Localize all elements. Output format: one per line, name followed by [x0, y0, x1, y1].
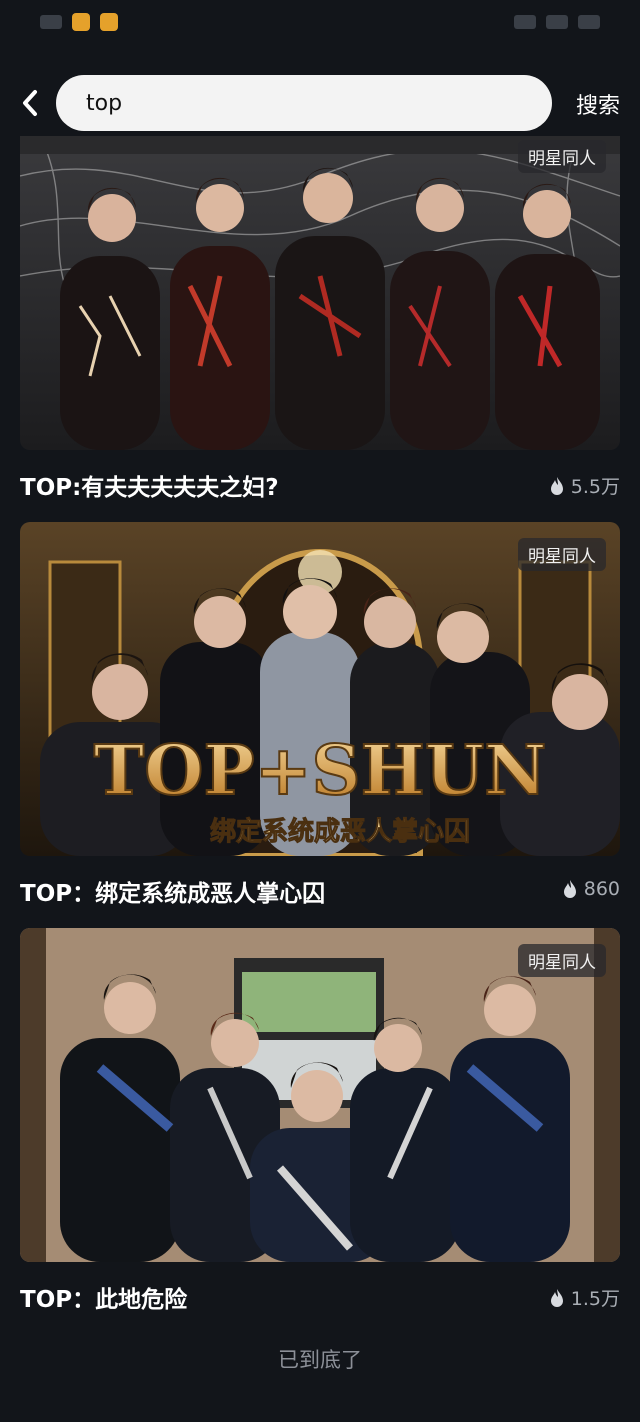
battery-icon — [578, 15, 600, 29]
result-card[interactable]: 明星同人 TOP：此地危险 1.5万 — [20, 928, 620, 1314]
flame-icon — [550, 476, 563, 495]
weibo-icon — [72, 13, 90, 31]
search-input-wrap — [56, 75, 552, 131]
status-bar — [0, 0, 640, 44]
search-bar: 搜索 — [0, 74, 640, 132]
category-badge: 明星同人 — [518, 140, 606, 173]
weibo-icon — [100, 13, 118, 31]
flame-icon — [563, 880, 576, 898]
view-count: 5.5万 — [549, 472, 620, 499]
alarm-icon — [546, 15, 568, 29]
back-button[interactable] — [12, 84, 48, 122]
cover-image[interactable]: 明星同人 — [20, 136, 620, 450]
bluetooth-icon — [514, 15, 536, 29]
cover-image[interactable]: TOP+SHUN 绑定系统成恶人掌心囚 明星同人 — [20, 522, 620, 856]
view-count: 1.5万 — [549, 1284, 620, 1311]
card-title[interactable]: TOP:有夫夫夫夫夫之妇? — [20, 468, 279, 502]
category-badge: 明星同人 — [518, 538, 606, 571]
result-card[interactable]: TOP+SHUN 绑定系统成恶人掌心囚 明星同人 TOP：绑定系统成恶人掌心囚 … — [20, 522, 620, 908]
card-title[interactable]: TOP：此地危险 — [20, 1280, 187, 1314]
signal-icon — [40, 15, 62, 29]
view-count-text: 5.5万 — [570, 476, 620, 498]
cover-title-art: TOP+SHUN — [94, 731, 547, 811]
end-of-list-text: 已到底了 — [278, 1348, 362, 1372]
flame-icon — [550, 1288, 563, 1307]
search-button[interactable]: 搜索 — [576, 88, 620, 120]
view-count-text: 860 — [583, 878, 620, 900]
cover-subtitle-art: 绑定系统成恶人掌心囚 — [210, 816, 470, 847]
view-count: 860 — [562, 878, 620, 900]
card-title[interactable]: TOP：绑定系统成恶人掌心囚 — [20, 874, 325, 908]
search-input[interactable] — [84, 89, 524, 117]
category-badge: 明星同人 — [518, 944, 606, 977]
view-count-text: 1.5万 — [570, 1288, 620, 1310]
result-card[interactable]: 明星同人 TOP:有夫夫夫夫夫之妇? 5.5万 — [20, 136, 620, 506]
status-right — [514, 15, 600, 29]
status-left — [40, 13, 118, 31]
cover-image[interactable]: 明星同人 — [20, 928, 620, 1262]
chevron-left-icon — [23, 90, 37, 116]
